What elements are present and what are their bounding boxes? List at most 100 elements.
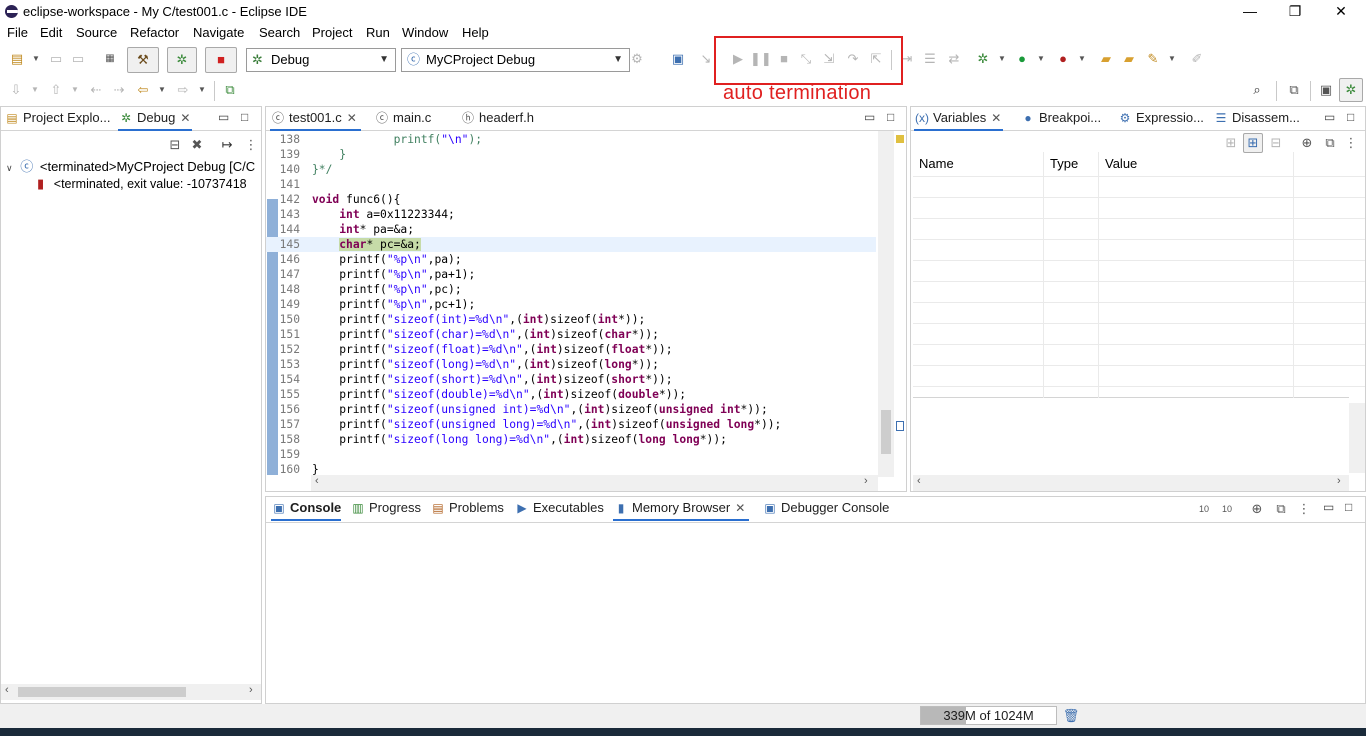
tab-breakpoints[interactable]: ● Breakpoi...	[1020, 107, 1101, 131]
menu-search[interactable]: Search	[259, 25, 300, 40]
pin-editor-icon[interactable]: ⧉	[220, 80, 240, 100]
step-mode-icon[interactable]: ↦	[217, 135, 237, 155]
console-icon[interactable]: ▣	[668, 49, 688, 69]
binary-icon[interactable]: ▦	[100, 49, 120, 69]
code-line[interactable]: 140}*/	[266, 162, 876, 177]
chevron-left-icon[interactable]: ‹	[5, 684, 9, 696]
close-icon[interactable]: ✕	[735, 501, 745, 515]
search-dropdown-icon[interactable]: ▼	[1162, 49, 1182, 69]
column-header-name[interactable]: Name	[919, 152, 954, 176]
tab-debugger-console[interactable]: ▣ Debugger Console	[762, 497, 889, 521]
view-menu-icon[interactable]: ⋮	[241, 135, 261, 155]
scrollbar-thumb[interactable]	[18, 687, 186, 697]
tab-headerf-h[interactable]: ⓗ headerf.h	[460, 107, 534, 131]
maximize-view-icon[interactable]: □	[241, 110, 248, 124]
variables-h-scrollbar[interactable]: ‹ ›	[913, 475, 1349, 491]
menu-file[interactable]: File	[7, 25, 28, 40]
skip-breakpoints-icon[interactable]: ↘	[696, 49, 716, 69]
save-all-icon[interactable]: ▭	[68, 49, 88, 69]
last-edit-icon[interactable]: ⇠	[86, 80, 106, 100]
menu-refactor[interactable]: Refactor	[130, 25, 179, 40]
code-line[interactable]: 153 printf("sizeof(long)=%d\n",(int)size…	[266, 357, 876, 372]
chevron-right-icon[interactable]: ›	[864, 475, 868, 487]
view-menu-icon[interactable]: ⋮	[1341, 133, 1361, 153]
code-line[interactable]: 145 char* pc=&a;	[266, 237, 876, 252]
tab-problems[interactable]: ▤ Problems	[430, 497, 504, 521]
next-annotation-icon[interactable]: ⇩	[6, 80, 26, 100]
external-tools-dropdown-icon[interactable]: ▼	[1072, 49, 1092, 69]
back-dropdown-icon[interactable]: ▼	[152, 80, 172, 100]
prev-annotation-icon[interactable]: ⇧	[46, 80, 66, 100]
run-dropdown-icon[interactable]: ▼	[1031, 49, 1051, 69]
code-line[interactable]: 157 printf("sizeof(unsigned long)=%d\n",…	[266, 417, 876, 432]
editor-v-scrollbar[interactable]	[878, 131, 894, 477]
code-line[interactable]: 144 int* pa=&a;	[266, 222, 876, 237]
binary-format-alt-icon[interactable]: 10	[1217, 499, 1237, 519]
code-line[interactable]: 158 printf("sizeof(long long)=%d\n",(int…	[266, 432, 876, 447]
code-line[interactable]: 150 printf("sizeof(int)=%d\n",(int)sizeo…	[266, 312, 876, 327]
new-view-icon[interactable]: ⊕	[1247, 499, 1267, 519]
minimize-button[interactable]: —	[1227, 0, 1273, 23]
new-dropdown-icon[interactable]: ▼	[26, 49, 46, 69]
code-line[interactable]: 141	[266, 177, 876, 192]
tab-expressions[interactable]: ⚙ Expressio...	[1117, 107, 1204, 131]
search-icon[interactable]: ⌕	[1247, 80, 1267, 100]
code-line[interactable]: 149 printf("%p\n",pc+1);	[266, 297, 876, 312]
debug-dropdown-icon[interactable]: ▼	[992, 49, 1012, 69]
heap-status[interactable]: 339M of 1024M	[920, 706, 1057, 725]
reverse-icon[interactable]: ⇄	[944, 49, 964, 69]
remove-terminated-icon[interactable]: ✖	[187, 135, 207, 155]
code-line[interactable]: 155 printf("sizeof(double)=%d\n",(int)si…	[266, 387, 876, 402]
forward-edit-icon[interactable]: ⇢	[109, 80, 129, 100]
chevron-right-icon[interactable]: ›	[249, 684, 253, 696]
back-icon[interactable]: ⇦	[133, 80, 153, 100]
trash-icon[interactable]: 🗑	[1061, 706, 1081, 726]
tab-executables[interactable]: ▶ Executables	[514, 497, 603, 521]
debug-run-icon[interactable]: ✲	[973, 49, 993, 69]
minimize-view-icon[interactable]: ▭	[864, 110, 875, 124]
prev-annotation-dropdown-icon[interactable]: ▼	[65, 80, 85, 100]
maximize-view-icon[interactable]: □	[1345, 500, 1352, 514]
tab-main-c[interactable]: ⓒ main.c	[374, 107, 431, 131]
debug-h-scrollbar[interactable]: ‹ ›	[1, 684, 261, 700]
open-perspective-icon[interactable]: ⧉	[1284, 80, 1304, 100]
forward-dropdown-icon[interactable]: ▼	[192, 80, 212, 100]
tree-row-launch[interactable]: ∨ ⓒ <terminated>MyCProject Debug [C/C	[6, 156, 255, 175]
detail-v-scrollbar[interactable]	[1349, 403, 1365, 473]
next-annotation-dropdown-icon[interactable]: ▼	[25, 80, 45, 100]
forward-icon[interactable]: ⇨	[173, 80, 193, 100]
chevron-right-icon[interactable]: ›	[1337, 475, 1341, 487]
code-line[interactable]: 146 printf("%p\n",pa);	[266, 252, 876, 267]
code-line[interactable]: 143 int a=0x11223344;	[266, 207, 876, 222]
external-tools-icon[interactable]: ●	[1053, 49, 1073, 69]
code-line[interactable]: 154 printf("sizeof(short)=%d\n",(int)siz…	[266, 372, 876, 387]
menu-edit[interactable]: Edit	[40, 25, 62, 40]
code-line[interactable]: 142 void func6(){	[266, 192, 876, 207]
tab-test001-c[interactable]: ⓒ test001.c ✕	[270, 107, 361, 131]
pen-icon[interactable]: ✐	[1187, 49, 1207, 69]
minimize-view-icon[interactable]: ▭	[218, 110, 229, 124]
open-folder-icon[interactable]: ▰	[1096, 49, 1116, 69]
code-editor[interactable]: 138 printf("\n"); 139 } 140}*/141 142 void f…	[266, 132, 876, 476]
search-tool-icon[interactable]: ✎	[1143, 49, 1163, 69]
code-line[interactable]: 139 }	[266, 147, 876, 162]
launch-mode-select[interactable]: ✲ Debug ▼	[246, 48, 396, 72]
code-line[interactable]: 151 printf("sizeof(char)=%d\n",(int)size…	[266, 327, 876, 342]
chevron-left-icon[interactable]: ‹	[917, 475, 921, 487]
column-header-type[interactable]: Type	[1050, 152, 1078, 176]
menu-run[interactable]: Run	[366, 25, 390, 40]
launch-config-select[interactable]: ⓒ MyCProject Debug ▼	[401, 48, 630, 72]
tab-debug[interactable]: ✲ Debug ✕	[118, 107, 193, 131]
scrollbar-thumb[interactable]	[881, 410, 891, 454]
c-perspective-icon[interactable]: ▣	[1316, 80, 1336, 100]
close-icon[interactable]: ✕	[991, 111, 1001, 125]
pin-view-icon[interactable]: ⧉	[1271, 499, 1291, 519]
new-view-icon[interactable]: ⊕	[1297, 133, 1317, 153]
collapse-all-icon[interactable]: ⊟	[165, 135, 185, 155]
view-menu-icon[interactable]: ⋮	[1294, 499, 1314, 519]
column-header-value[interactable]: Value	[1105, 152, 1137, 176]
save-icon[interactable]: ▭	[46, 49, 66, 69]
binary-format-icon[interactable]: 10	[1194, 499, 1214, 519]
menu-navigate[interactable]: Navigate	[193, 25, 244, 40]
maximize-button[interactable]: ❐	[1272, 0, 1318, 23]
